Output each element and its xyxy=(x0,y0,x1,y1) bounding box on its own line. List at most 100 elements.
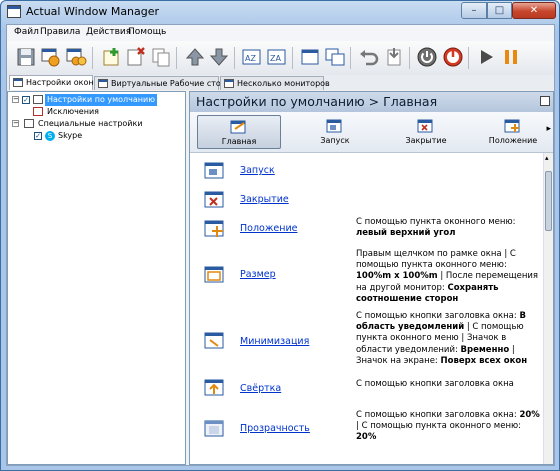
move-down-icon[interactable] xyxy=(207,45,231,69)
setting-description: С помощью кнопки заголовка окна: 20% | С… xyxy=(356,410,540,444)
maximize-button[interactable]: □ xyxy=(487,2,512,19)
subtab-label: Закрытие xyxy=(405,136,447,145)
scroll-thumb[interactable] xyxy=(545,171,552,231)
setting-value: 100%m x 100%m xyxy=(356,271,438,282)
setting-position: Положение С помощью пункта оконного меню… xyxy=(190,215,543,245)
save-icon[interactable] xyxy=(14,45,38,69)
sort-az-icon[interactable]: AZ xyxy=(240,45,264,69)
rollup-icon xyxy=(204,379,224,396)
restore-icon[interactable] xyxy=(540,96,550,106)
tree-item-defaults[interactable]: − ✓ Настройки по умолчанию xyxy=(12,94,182,106)
setting-text: С помощью кнопки заголовка окна: xyxy=(356,311,520,321)
setting-text: С помощью кнопки заголовка окна xyxy=(356,379,514,389)
undo-icon[interactable] xyxy=(357,45,381,69)
subtab-label: Положение xyxy=(488,136,538,145)
window-icon[interactable] xyxy=(298,45,322,69)
collapse-icon[interactable]: − xyxy=(12,120,19,127)
main-tabs: Настройки окон Виртуальные Рабочие столы… xyxy=(7,75,554,90)
subtab-position[interactable]: Положение xyxy=(471,115,553,149)
desktops-icon xyxy=(98,79,108,88)
copy-rule-icon[interactable] xyxy=(64,45,88,69)
menu-file[interactable]: Файл xyxy=(14,27,39,37)
collapse-icon[interactable]: − xyxy=(12,96,19,103)
exclusions-icon xyxy=(33,107,43,116)
setting-link[interactable]: Прозрачность xyxy=(240,423,310,434)
tab-label: Настройки окон xyxy=(26,78,94,87)
menu-actions[interactable]: Действия xyxy=(86,27,131,37)
tree-item-exclusions[interactable]: Исключения xyxy=(12,106,182,118)
stop-icon[interactable] xyxy=(441,45,465,69)
close-button[interactable]: ✕ xyxy=(512,2,556,19)
minimize-button[interactable]: – xyxy=(461,2,487,19)
startup-icon xyxy=(204,162,224,179)
setting-link[interactable]: Закрытие xyxy=(240,194,289,205)
setting-link[interactable]: Размер xyxy=(240,269,276,280)
tree-item-label: Настройки по умолчанию xyxy=(45,94,157,106)
scroll-right-icon[interactable]: ▸ xyxy=(546,124,551,134)
checkbox[interactable]: ✓ xyxy=(22,96,30,104)
main-settings-icon xyxy=(230,120,246,134)
settings-list: Запуск Закрытие Положение С помощью пунк… xyxy=(190,153,543,464)
tab-multi-monitors[interactable]: Несколько мониторов xyxy=(220,76,330,90)
settings-tree: − ✓ Настройки по умолчанию Исключения − … xyxy=(7,91,186,465)
tree-item-label: Skype xyxy=(58,131,83,140)
tree-item-special[interactable]: − Специальные настройки xyxy=(12,118,182,130)
transparency-icon xyxy=(204,420,224,437)
size-icon xyxy=(204,266,224,283)
windows-icon[interactable] xyxy=(323,45,347,69)
window-icon xyxy=(33,95,43,104)
menu-bar: Файл Правила Действия Помощь xyxy=(7,25,554,41)
monitors-icon xyxy=(224,79,234,88)
delete-icon[interactable] xyxy=(124,45,148,69)
panel-header: Настройки по умолчанию > Главная xyxy=(190,92,553,112)
checkbox[interactable]: ✓ xyxy=(34,132,42,140)
duplicate-icon[interactable] xyxy=(149,45,173,69)
window-title: Actual Window Manager xyxy=(26,5,160,18)
setting-description: Правым щелчком по рамке окна | С помощью… xyxy=(356,249,540,305)
subtab-startup[interactable]: Запуск xyxy=(293,115,377,149)
setting-link[interactable]: Запуск xyxy=(240,165,275,176)
setting-description: С помощью кнопки заголовка окна xyxy=(356,379,540,390)
setting-link[interactable]: Свёртка xyxy=(240,383,281,394)
title-bar[interactable]: Actual Window Manager – □ ✕ xyxy=(1,1,559,23)
special-settings-icon xyxy=(24,119,34,128)
tab-label: Виртуальные Рабочие столы xyxy=(111,79,233,88)
svg-text:AZ: AZ xyxy=(245,54,256,63)
subtab-label: Главная xyxy=(221,137,257,146)
setting-rollup: Свёртка С помощью кнопки заголовка окна xyxy=(190,377,543,403)
power-icon[interactable] xyxy=(415,45,439,69)
setting-startup: Запуск xyxy=(190,159,543,185)
vertical-scrollbar[interactable]: ▴ xyxy=(543,153,553,464)
menu-rules[interactable]: Правила xyxy=(40,27,80,37)
setting-text: | С помощью пункта оконного меню: xyxy=(356,421,522,432)
subtab-closing[interactable]: Закрытие xyxy=(384,115,468,149)
move-up-icon[interactable] xyxy=(183,45,207,69)
sort-za-icon[interactable]: ZA xyxy=(265,45,289,69)
settings-panel: Настройки по умолчанию > Главная Главная… xyxy=(189,91,554,465)
scroll-up-icon[interactable]: ▴ xyxy=(545,154,549,162)
add-rule-icon[interactable] xyxy=(39,45,63,69)
app-icon xyxy=(7,5,21,18)
closing-icon xyxy=(417,119,433,133)
play-icon[interactable] xyxy=(474,45,498,69)
new-icon[interactable] xyxy=(99,45,123,69)
tab-virtual-desktops[interactable]: Виртуальные Рабочие столы xyxy=(94,76,232,90)
tree-item-label: Специальные настройки xyxy=(38,119,143,128)
import-icon[interactable] xyxy=(382,45,406,69)
setting-transparency: Прозрачность С помощью кнопки заголовка … xyxy=(190,409,543,449)
setting-text: Правым щелчком по рамке окна | С помощью… xyxy=(356,249,516,271)
tab-window-settings[interactable]: Настройки окон xyxy=(9,75,94,90)
tree-item-label: Исключения xyxy=(47,107,99,116)
pause-icon[interactable] xyxy=(499,45,523,69)
minimize-icon xyxy=(204,332,224,349)
skype-icon: S xyxy=(45,131,55,141)
menu-help[interactable]: Помощь xyxy=(128,27,166,37)
subtab-main[interactable]: Главная xyxy=(197,115,281,149)
tree-item-skype[interactable]: ✓ S Skype xyxy=(12,130,182,142)
setting-link[interactable]: Положение xyxy=(240,223,297,234)
position-icon xyxy=(504,119,520,133)
setting-link[interactable]: Минимизация xyxy=(240,336,309,347)
setting-value: левый верхний угол xyxy=(356,228,456,239)
toolbar: AZ ZA xyxy=(7,41,554,76)
closing-icon xyxy=(204,191,224,208)
